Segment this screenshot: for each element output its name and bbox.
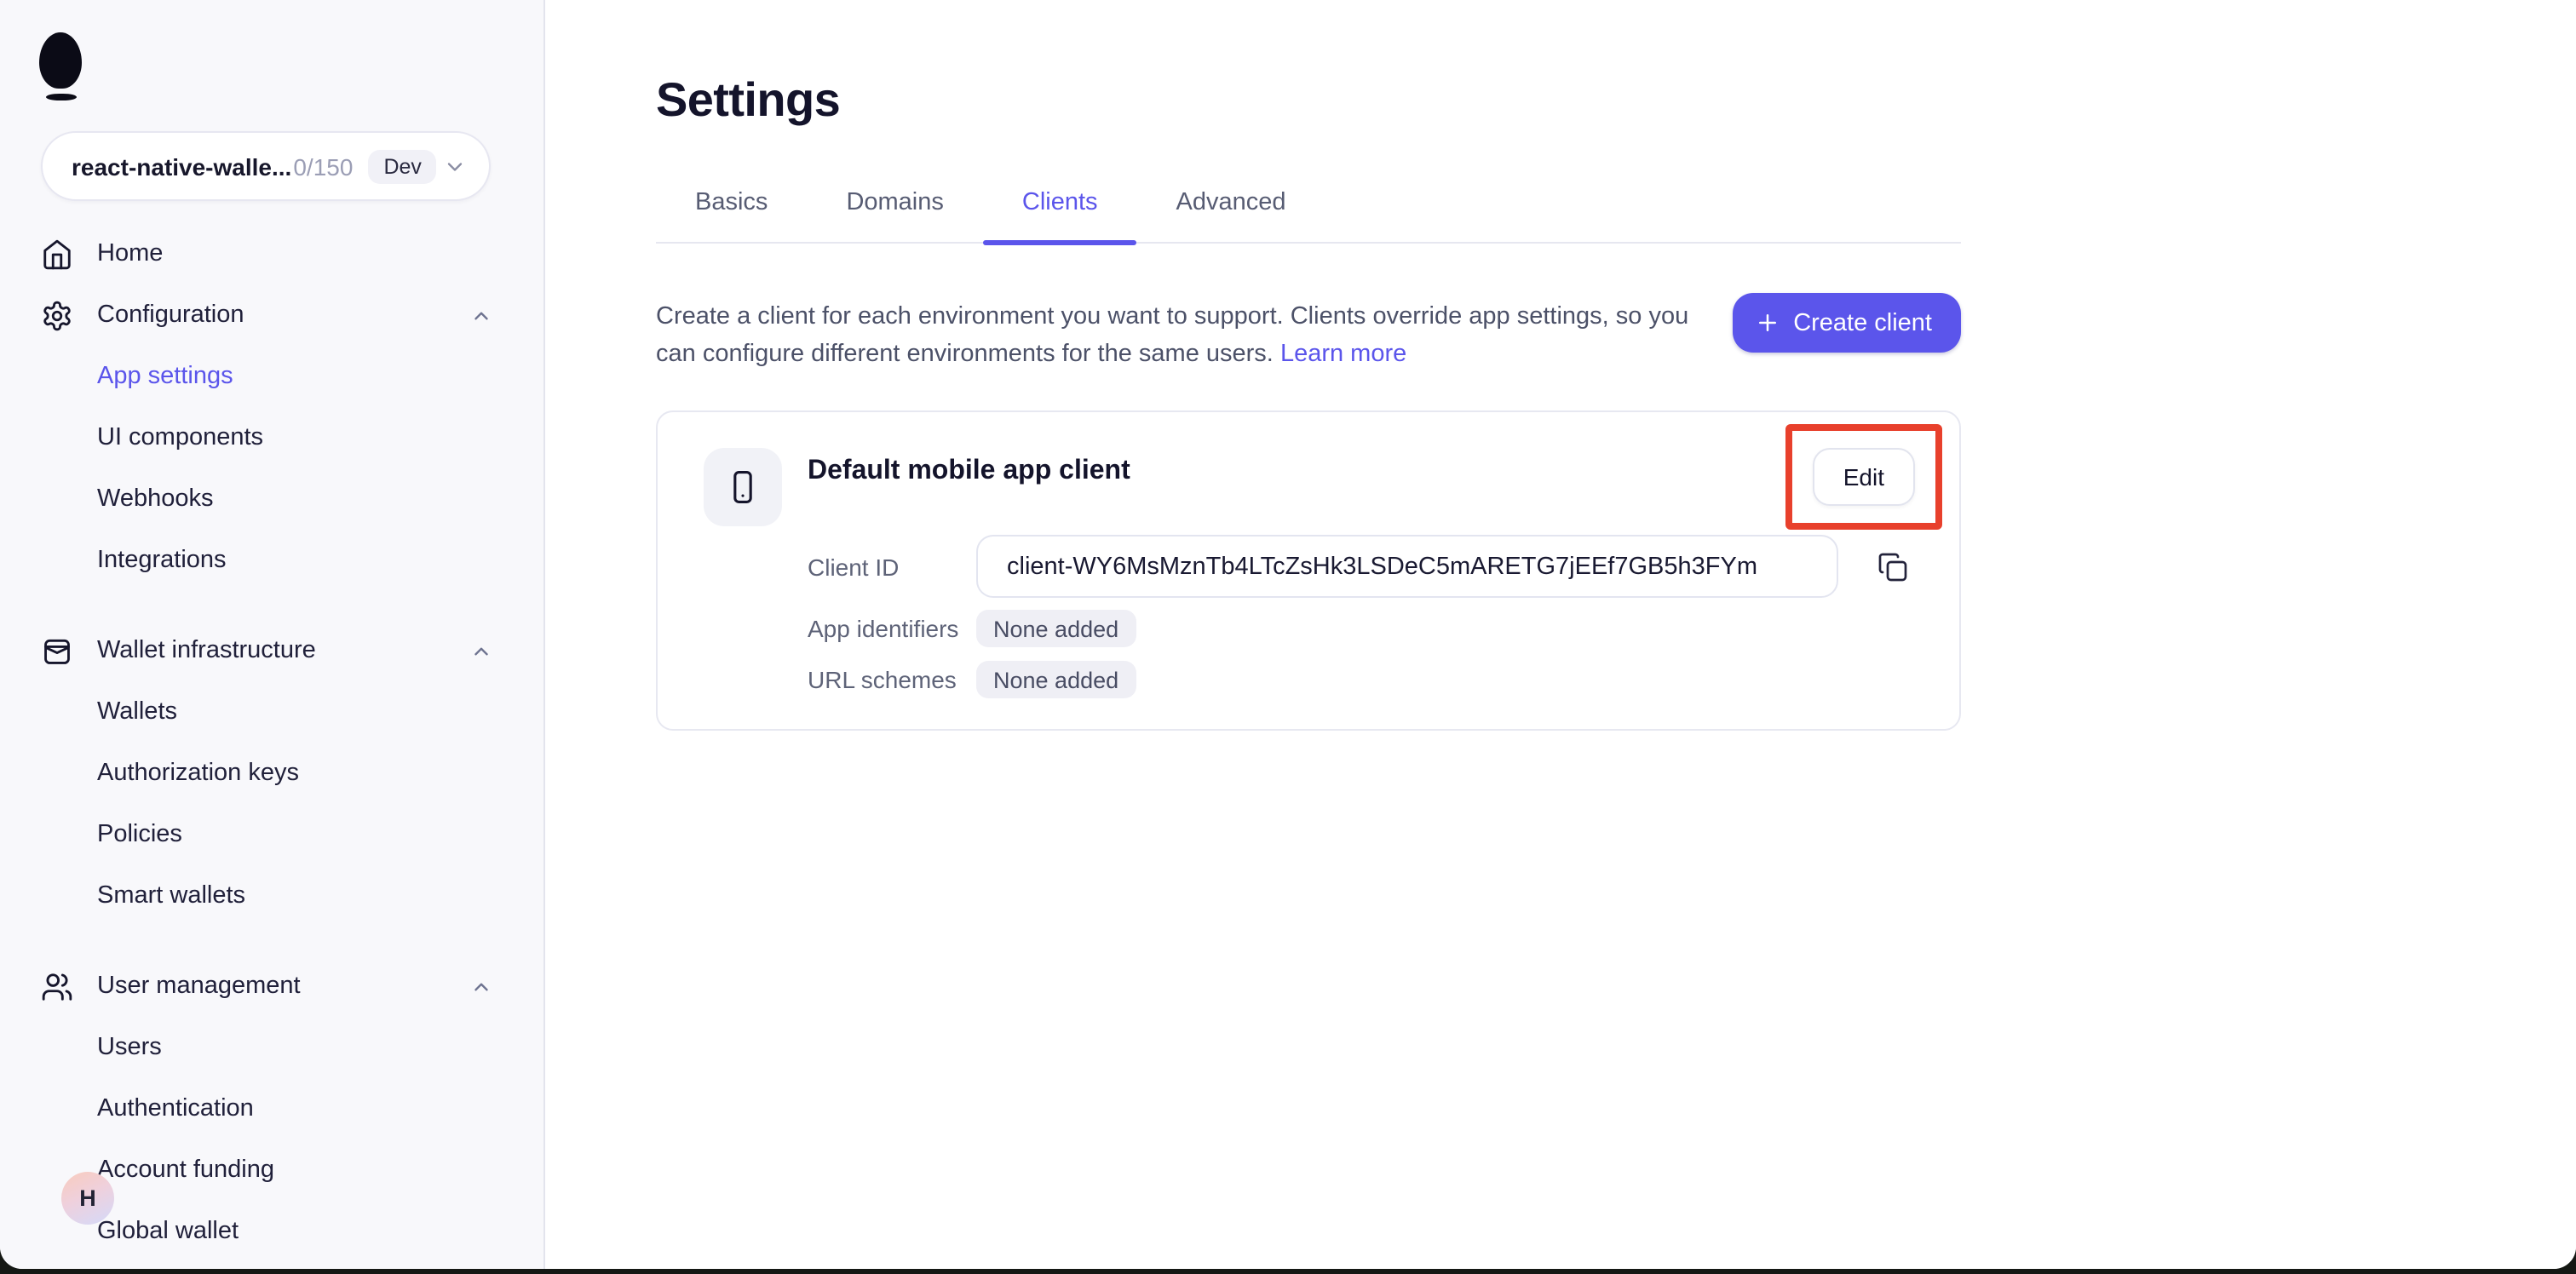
url-schemes-row: URL schemes None added — [808, 661, 1915, 698]
sidebar-item-wallet-infrastructure[interactable]: Wallet infrastructure — [0, 620, 543, 681]
sidebar-item-users[interactable]: Users — [0, 1017, 543, 1078]
sidebar-item-policies[interactable]: Policies — [0, 804, 543, 865]
sidebar-item-label: Configuration — [97, 301, 244, 329]
main-content: Settings Basics Domains Clients Advanced… — [545, 0, 2576, 1269]
sidebar: react-native-walle... 0/150 Dev Home Con… — [0, 0, 545, 1269]
clients-description: Create a client for each environment you… — [656, 303, 1689, 367]
gear-icon — [41, 299, 73, 331]
avatar-initial: H — [79, 1185, 96, 1211]
create-client-button[interactable]: Create client — [1732, 293, 1961, 353]
sidebar-item-home[interactable]: Home — [0, 223, 543, 284]
copy-icon — [1877, 551, 1908, 582]
clients-header-row: Create a client for each environment you… — [656, 293, 1961, 373]
page-title: Settings — [656, 73, 841, 126]
client-card-title: Default mobile app client — [808, 456, 1130, 485]
project-usage: 0/150 — [293, 152, 354, 180]
client-id-row: Client ID — [808, 535, 1915, 598]
sidebar-item-smart-wallets[interactable]: Smart wallets — [0, 865, 543, 927]
url-schemes-label: URL schemes — [808, 666, 957, 693]
app-identifiers-row: App identifiers None added — [808, 610, 1915, 647]
chevron-up-icon[interactable] — [470, 975, 492, 997]
chevron-down-icon — [443, 154, 467, 178]
smartphone-icon — [724, 468, 762, 506]
tab-domains[interactable]: Domains — [807, 189, 982, 242]
tab-basics[interactable]: Basics — [656, 189, 807, 242]
privy-logo — [39, 32, 107, 107]
home-icon — [41, 238, 73, 270]
client-id-label: Client ID — [808, 553, 900, 580]
sidebar-item-app-settings[interactable]: App settings — [0, 346, 543, 407]
annotation-highlight-box: Edit — [1785, 424, 1942, 530]
settings-tabs: Basics Domains Clients Advanced — [656, 189, 1961, 244]
sidebar-item-integrations[interactable]: Integrations — [0, 530, 543, 591]
plus-icon — [1754, 310, 1780, 336]
sidebar-nav: Home Configuration App settings UI compo… — [0, 223, 543, 1262]
sidebar-item-configuration[interactable]: Configuration — [0, 284, 543, 346]
client-id-input[interactable] — [976, 535, 1838, 598]
users-icon — [41, 970, 73, 1002]
sidebar-item-authorization-keys[interactable]: Authorization keys — [0, 743, 543, 804]
client-card: Default mobile app client Client ID App … — [656, 410, 1961, 731]
learn-more-link[interactable]: Learn more — [1280, 340, 1406, 367]
sidebar-item-label: Wallet infrastructure — [97, 637, 316, 664]
edit-button[interactable]: Edit — [1812, 448, 1915, 506]
sidebar-item-wallets[interactable]: Wallets — [0, 681, 543, 743]
chevron-up-icon[interactable] — [470, 304, 492, 326]
app-identifiers-badge: None added — [976, 610, 1136, 647]
sidebar-item-label: Home — [97, 240, 164, 267]
copy-client-id-button[interactable] — [1877, 551, 1908, 582]
sidebar-item-authentication[interactable]: Authentication — [0, 1078, 543, 1139]
project-name: react-native-walle... — [72, 152, 292, 180]
chevron-up-icon[interactable] — [470, 640, 492, 662]
tab-advanced[interactable]: Advanced — [1137, 189, 1325, 242]
privy-egg-logo — [39, 32, 82, 89]
app-window: react-native-walle... 0/150 Dev Home Con… — [0, 0, 2576, 1269]
sidebar-item-webhooks[interactable]: Webhooks — [0, 468, 543, 530]
app-identifiers-label: App identifiers — [808, 615, 959, 642]
user-avatar[interactable]: H — [61, 1172, 114, 1225]
sidebar-item-user-management[interactable]: User management — [0, 956, 543, 1017]
sidebar-item-ui-components[interactable]: UI components — [0, 407, 543, 468]
env-badge: Dev — [368, 149, 437, 183]
client-icon-box — [704, 448, 782, 526]
tab-clients[interactable]: Clients — [982, 189, 1138, 244]
url-schemes-badge: None added — [976, 661, 1136, 698]
wallet-icon — [41, 634, 73, 667]
sidebar-item-label: User management — [97, 973, 301, 1000]
project-selector[interactable]: react-native-walle... 0/150 Dev — [41, 131, 491, 201]
